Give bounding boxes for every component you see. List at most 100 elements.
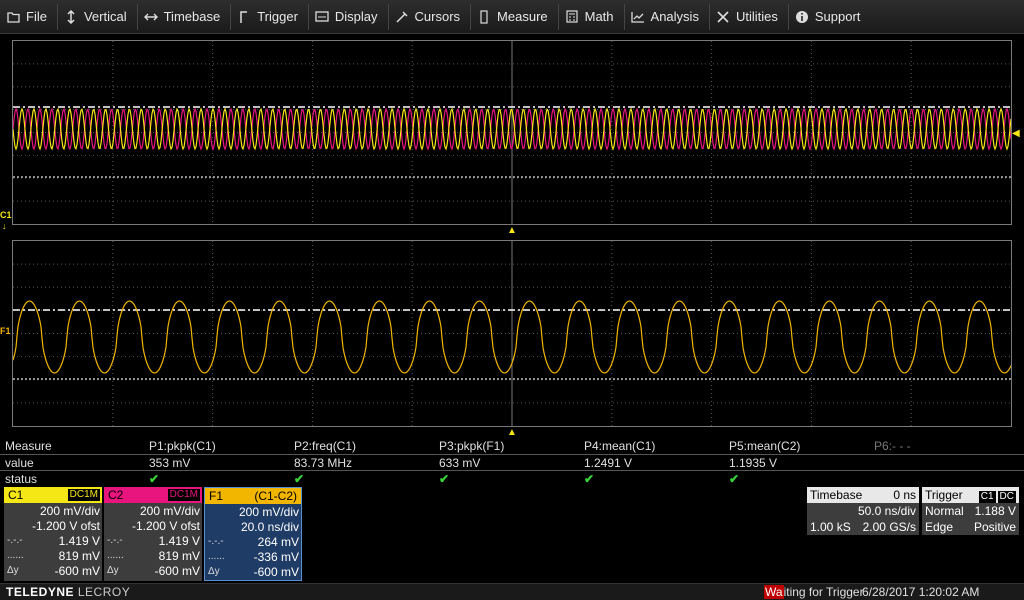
descriptor-tag: DC1M: [167, 489, 200, 501]
descriptor-row: 200 mV/div: [104, 503, 202, 518]
descriptor-row: Δy -600 mV: [4, 563, 102, 578]
trigger-position-icon[interactable]: ▲: [507, 225, 517, 236]
menu-bar: File Vertical Timebase Trigger Display Cursor…: [0, 0, 1024, 34]
menu-cursors[interactable]: Cursors: [389, 3, 472, 30]
timebase-descriptor[interactable]: Timebase 0 ns 50.0 ns/div 1.00 kS 2.00 G…: [807, 487, 919, 535]
menu-support[interactable]: Support: [789, 4, 871, 30]
descriptor-row: Δy -600 mV: [205, 564, 301, 579]
param-p4-name[interactable]: P4:mean(C1): [584, 439, 655, 453]
descriptor-row-symbol: ......: [7, 550, 24, 561]
measure-status-row: status ✔ ✔ ✔ ✔ ✔: [0, 470, 1024, 486]
descriptor-tag: DC1M: [67, 489, 100, 501]
menu-measure[interactable]: Measure: [471, 3, 559, 30]
descriptor-c2[interactable]: C2 DC1M 200 mV/div -1.200 V ofst -.-.- 1.419 …: [104, 487, 202, 581]
date-time: 6/28/2017 1:20:02 AM: [862, 585, 980, 599]
descriptor-tag: (C1-C2): [254, 489, 297, 503]
descriptor-row-value: 819 mV: [58, 548, 100, 563]
descriptor-name: C1: [8, 488, 24, 502]
menu-analysis[interactable]: Analysis: [625, 3, 710, 30]
trigger-position-icon-lower[interactable]: ▲: [507, 427, 517, 438]
descriptor-row-value: -336 mV: [253, 549, 299, 564]
trigger-row: Normal 1.188 V: [922, 503, 1019, 519]
channel-grid-upper[interactable]: [12, 40, 1012, 225]
descriptor-row-value: 1.419 V: [158, 533, 200, 548]
param-p2-name[interactable]: P2:freq(C1): [294, 439, 356, 453]
param-p6-name[interactable]: P6:- - -: [874, 439, 911, 453]
descriptor-row: 200 mV/div: [4, 503, 102, 518]
measure-value-row: value 353 mV 83.73 MHz 633 mV 1.2491 V 1…: [0, 454, 1024, 470]
descriptor-c1[interactable]: C1 DC1M 200 mV/div -1.200 V ofst -.-.- 1.419 …: [4, 487, 102, 581]
menu-label: Display: [334, 9, 378, 24]
timebase-rate: 2.00 GS/s: [862, 520, 916, 534]
p1-status-check-icon: ✔: [149, 472, 160, 486]
trigger-mode: Normal: [925, 504, 964, 518]
p5-status-check-icon: ✔: [729, 472, 740, 486]
c1-offset-arrow-icon[interactable]: ↓: [2, 221, 7, 231]
descriptor-row-value: 819 mV: [158, 548, 200, 563]
descriptor-row: 200 mV/div: [205, 504, 301, 519]
descriptor-row: -.-.- 264 mV: [205, 534, 301, 549]
measure-label: Measure: [5, 439, 52, 453]
param-p5-name[interactable]: P5:mean(C2): [729, 439, 800, 453]
timebase-header: Timebase 0 ns: [807, 487, 919, 503]
menu-label: Timebase: [163, 9, 221, 24]
menu-label: Utilities: [735, 9, 778, 24]
trigger-status: Waiting for Trigger: [764, 585, 864, 599]
param-p3-name[interactable]: P3:pkpk(F1): [439, 439, 504, 453]
descriptor-row: -.-.- 1.419 V: [4, 533, 102, 548]
horizontal-arrows-icon: [143, 10, 158, 24]
menu-label: Analysis: [650, 9, 699, 24]
menu-file[interactable]: File: [0, 3, 58, 30]
menu-vertical[interactable]: Vertical: [58, 3, 138, 30]
menu-label: Trigger: [257, 9, 298, 24]
trigger-header: Trigger C1 DC: [922, 487, 1019, 503]
descriptor-row-symbol: -.-.-: [7, 535, 23, 546]
param-p5-value: 1.1935 V: [729, 456, 778, 470]
menu-math[interactable]: Math: [559, 3, 625, 30]
measure-table[interactable]: Measure P1:pkpk(C1) P2:freq(C1) P3:pkpk(…: [0, 438, 1024, 486]
descriptor-row-symbol: Δy: [107, 565, 119, 576]
trigger-coupling: DC: [997, 490, 1016, 503]
trigger-source: C1: [978, 490, 996, 503]
descriptor-row-value: -1.200 V ofst: [131, 518, 200, 533]
menu-timebase[interactable]: Timebase: [138, 3, 232, 30]
trigger-descriptor[interactable]: Trigger C1 DC Normal 1.188 V Edge Positiv…: [922, 487, 1019, 535]
timebase-samples: 1.00 kS: [810, 520, 851, 534]
trigger-title: Trigger: [925, 488, 963, 502]
c1-trigger-level-icon[interactable]: ◀: [1012, 128, 1020, 139]
descriptor-row-value: 1.419 V: [58, 533, 100, 548]
measure-header-row: Measure P1:pkpk(C1) P2:freq(C1) P3:pkpk(…: [0, 438, 1024, 454]
brand-logo: TELEDYNE LECROY: [6, 585, 131, 599]
tools-icon: [716, 10, 730, 24]
menu-trigger[interactable]: Trigger: [231, 3, 309, 30]
trigger-level: 1.188 V: [974, 504, 1016, 518]
descriptor-row: Δy -600 mV: [104, 563, 202, 578]
waveform-display-c1-c2: [13, 41, 1011, 224]
c1-marker-label[interactable]: C1: [0, 210, 12, 220]
descriptor-row: ...... -336 mV: [205, 549, 301, 564]
menu-label: Measure: [497, 9, 548, 24]
menu-label: Cursors: [414, 9, 461, 24]
timebase-per-div: 50.0 ns/div: [857, 504, 916, 518]
descriptor-row-value: -600 mV: [253, 564, 299, 579]
menu-display[interactable]: Display: [309, 3, 389, 30]
descriptor-row: 20.0 ns/div: [205, 519, 301, 534]
menu-utilities[interactable]: Utilities: [710, 3, 789, 30]
descriptor-row-value: 264 mV: [257, 534, 299, 549]
value-label: value: [5, 456, 34, 470]
math-grid-lower[interactable]: [12, 240, 1012, 427]
status-bar: TELEDYNE LECROY Waiting for Trigger 6/28…: [0, 583, 1024, 600]
descriptor-row-symbol: Δy: [7, 565, 19, 576]
f1-marker-label[interactable]: F1: [0, 326, 11, 336]
descriptor-f1[interactable]: F1 (C1-C2) 200 mV/div 20.0 ns/div -.-.- 264 m…: [204, 487, 302, 581]
p2-status-check-icon: ✔: [294, 472, 305, 486]
p3-status-check-icon: ✔: [439, 472, 450, 486]
param-p1-name[interactable]: P1:pkpk(C1): [149, 439, 216, 453]
trigger-row: Edge Positive: [922, 519, 1019, 535]
descriptor-row-value: -600 mV: [154, 563, 200, 578]
descriptor-row: -1.200 V ofst: [4, 518, 102, 533]
descriptor-header: C2 DC1M: [104, 487, 202, 503]
descriptor-header: C1 DC1M: [4, 487, 102, 503]
param-p2-value: 83.73 MHz: [294, 456, 353, 470]
descriptor-row-value: -1.200 V ofst: [31, 518, 100, 533]
